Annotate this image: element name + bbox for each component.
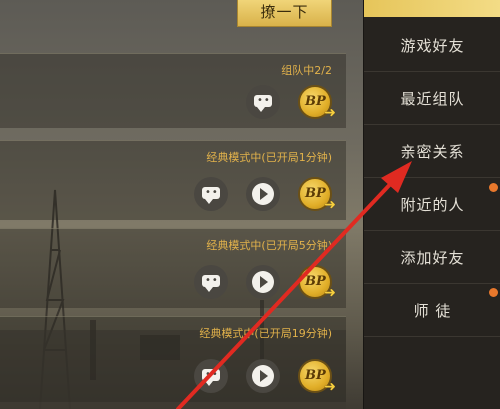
friend-list: 撩一下 组队中2/2 ••• BP ➜ 经典模式中(已开局1分钟) ••• BP ➜… bbox=[0, 0, 346, 409]
spectate-button[interactable] bbox=[246, 177, 280, 211]
bp-icon: BP bbox=[305, 274, 326, 289]
friends-sidebar: 游戏好友 最近组队 亲密关系 附近的人 添加好友 师 徒 bbox=[363, 0, 500, 409]
sidebar-item-nearby[interactable]: 附近的人 bbox=[364, 179, 500, 231]
spectate-button[interactable] bbox=[246, 359, 280, 393]
friend-row[interactable]: 经典模式中(已开局1分钟) ••• BP ➜ bbox=[0, 140, 346, 220]
chat-button[interactable]: ••• bbox=[194, 177, 228, 211]
bp-icon: BP bbox=[305, 186, 326, 201]
pat-button[interactable]: 撩一下 bbox=[237, 0, 332, 27]
play-icon bbox=[252, 271, 274, 293]
friend-row[interactable]: 经典模式中(已开局19分钟) ••• BP ➜ bbox=[0, 316, 346, 402]
sidebar-item-game-friends[interactable]: 游戏好友 bbox=[364, 20, 500, 72]
chat-button[interactable]: ••• bbox=[246, 85, 280, 119]
chat-button[interactable]: ••• bbox=[194, 359, 228, 393]
sidebar-item-add-friend[interactable]: 添加好友 bbox=[364, 232, 500, 284]
arrow-icon: ➜ bbox=[324, 105, 336, 121]
sidebar-item-close-relations[interactable]: 亲密关系 bbox=[364, 126, 500, 178]
sidebar-item-mentor[interactable]: 师 徒 bbox=[364, 285, 500, 337]
arrow-icon: ➜ bbox=[324, 197, 336, 213]
play-icon bbox=[252, 183, 274, 205]
friend-row[interactable]: 经典模式中(已开局5分钟) ••• BP ➜ bbox=[0, 228, 346, 308]
friend-status: 经典模式中(已开局1分钟) bbox=[206, 151, 332, 164]
bp-gift-button[interactable]: BP ➜ bbox=[298, 85, 336, 121]
friend-status: 经典模式中(已开局5分钟) bbox=[206, 239, 332, 252]
bp-icon: BP bbox=[305, 368, 326, 383]
friend-status: 组队中2/2 bbox=[281, 64, 332, 77]
spectate-button[interactable] bbox=[246, 265, 280, 299]
friend-status: 经典模式中(已开局19分钟) bbox=[199, 327, 332, 340]
arrow-icon: ➜ bbox=[324, 379, 336, 395]
bp-gift-button[interactable]: BP ➜ bbox=[298, 359, 336, 395]
nearby-badge bbox=[489, 183, 498, 192]
bp-icon: BP bbox=[305, 94, 326, 109]
friend-row[interactable]: 组队中2/2 ••• BP ➜ bbox=[0, 53, 346, 128]
arrow-icon: ➜ bbox=[324, 285, 336, 301]
sidebar-top-highlight bbox=[364, 0, 500, 17]
play-icon bbox=[252, 365, 274, 387]
sidebar-item-recent-team[interactable]: 最近组队 bbox=[364, 73, 500, 125]
bp-gift-button[interactable]: BP ➜ bbox=[298, 177, 336, 213]
bp-gift-button[interactable]: BP ➜ bbox=[298, 265, 336, 301]
chat-button[interactable]: ••• bbox=[194, 265, 228, 299]
mentor-badge bbox=[489, 288, 498, 297]
